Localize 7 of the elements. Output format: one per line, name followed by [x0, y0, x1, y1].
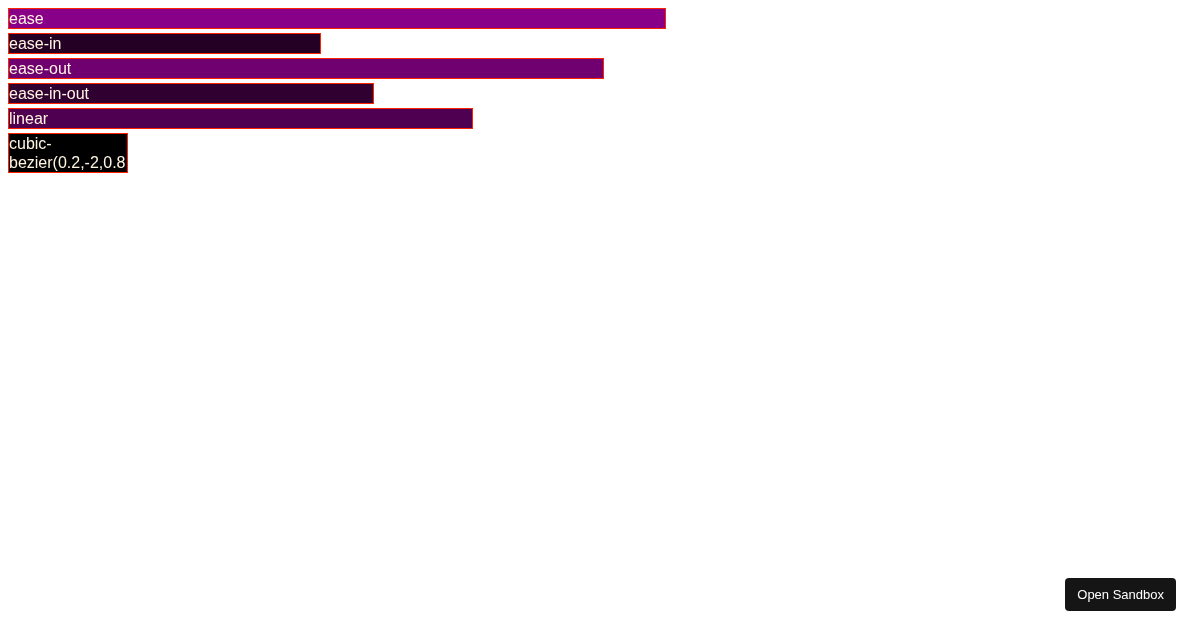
- open-sandbox-button[interactable]: Open Sandbox: [1065, 578, 1176, 611]
- bar-label: linear: [9, 110, 49, 127]
- bar-label: ease-in-out: [9, 85, 90, 102]
- bar-label: cubic-bezier(0.2,-2,0.8: [9, 135, 126, 171]
- bar-label: ease: [9, 10, 44, 27]
- bar-label: ease-out: [9, 60, 72, 77]
- bar-label: ease-in: [9, 35, 62, 52]
